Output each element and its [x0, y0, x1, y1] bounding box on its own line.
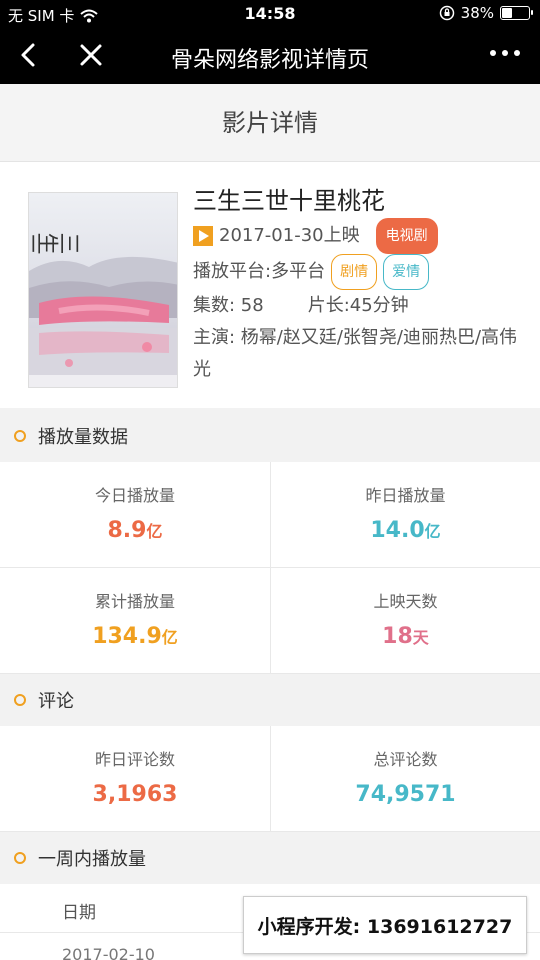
stat-label: 累计播放量: [94, 592, 175, 611]
battery-percent: 38%: [460, 4, 494, 22]
episodes-row: 集数: 58 片长:45分钟: [193, 290, 533, 322]
poster-title-text: 三生三世十里桃花: [29, 229, 81, 255]
stat-label: 昨日评论数: [94, 750, 175, 769]
nav-title: 骨朵网络影视详情页: [170, 48, 369, 73]
section-play-header: 播放量数据: [0, 410, 540, 462]
stat-yesterday-plays: 昨日播放量 14.0亿: [270, 462, 540, 568]
more-icon[interactable]: [490, 50, 520, 56]
column-date: 日期: [62, 903, 96, 923]
stat-total-plays: 累计播放量 134.9亿: [0, 568, 270, 674]
stat-label: 昨日播放量: [365, 486, 446, 505]
promo-banner[interactable]: 小程序开发: 13691612727: [243, 896, 527, 954]
play-icon[interactable]: [193, 226, 213, 246]
status-bar: 无 SIM 卡 14:58 38%: [0, 0, 540, 28]
stat-today-plays: 今日播放量 8.9亿: [0, 462, 270, 568]
stat-label: 总评论数: [373, 750, 438, 769]
film-title: 三生三世十里桃花: [193, 187, 385, 215]
stat-value: 3,1963: [92, 782, 178, 807]
film-card: 三生三世十里桃花 三生三世十里桃花 2017-01-30上映 电视剧 播放平台:…: [0, 162, 540, 408]
episodes-label: 集数: 58: [193, 295, 264, 316]
poster-art: 三生三世十里桃花: [29, 193, 177, 387]
orientation-lock-icon: [439, 5, 454, 21]
stat-label: 今日播放量: [94, 486, 175, 505]
category-tag: 电视剧: [375, 218, 438, 254]
poster-image[interactable]: 三生三世十里桃花: [28, 192, 178, 388]
platform-label: 播放平台:多平台: [193, 261, 326, 282]
section-weekly-header: 一周内播放量: [0, 832, 540, 884]
section-comments-header: 评论: [0, 674, 540, 726]
section-title: 一周内播放量: [38, 849, 146, 870]
row-date: 2017-02-10: [62, 945, 155, 960]
battery-icon: [500, 6, 533, 20]
section-title: 播放量数据: [38, 427, 128, 448]
stat-value: 18天: [382, 624, 429, 649]
stat-total-comments: 总评论数 74,9571: [270, 726, 540, 832]
genre-tag: 剧情: [331, 254, 378, 290]
stat-value: 74,9571: [355, 782, 456, 807]
comment-stats-grid: 昨日评论数 3,1963 总评论数 74,9571: [0, 726, 540, 832]
play-stats-grid: 今日播放量 8.9亿 昨日播放量 14.0亿 累计播放量 134.9亿 上映天数…: [0, 462, 540, 674]
circle-icon: [14, 852, 26, 864]
cast-label: 主演: 杨幂/赵又廷/张智尧/迪丽热巴/高伟光: [193, 327, 518, 380]
duration-label: 片长:45分钟: [307, 295, 409, 316]
platform-row: 播放平台:多平台 剧情 爱情: [193, 254, 533, 290]
release-row: 2017-01-30上映 电视剧: [193, 218, 533, 254]
genre-tag: 爱情: [383, 254, 430, 290]
page-title: 影片详情: [0, 84, 540, 162]
circle-icon: [14, 430, 26, 442]
film-info: 三生三世十里桃花 2017-01-30上映 电视剧 播放平台:多平台 剧情 爱情…: [193, 184, 533, 386]
status-right: 38%: [439, 4, 533, 22]
stat-value: 134.9亿: [92, 624, 178, 649]
nav-bar: 骨朵网络影视详情页: [0, 28, 540, 84]
stat-value: 14.0亿: [370, 518, 441, 543]
stat-label: 上映天数: [373, 592, 438, 611]
stat-days-showing: 上映天数 18天: [270, 568, 540, 674]
circle-icon: [14, 694, 26, 706]
stat-value: 8.9亿: [107, 518, 163, 543]
stat-yesterday-comments: 昨日评论数 3,1963: [0, 726, 270, 832]
battery-fill: [502, 8, 512, 18]
section-title: 评论: [38, 691, 74, 712]
release-date: 2017-01-30上映: [219, 225, 360, 246]
